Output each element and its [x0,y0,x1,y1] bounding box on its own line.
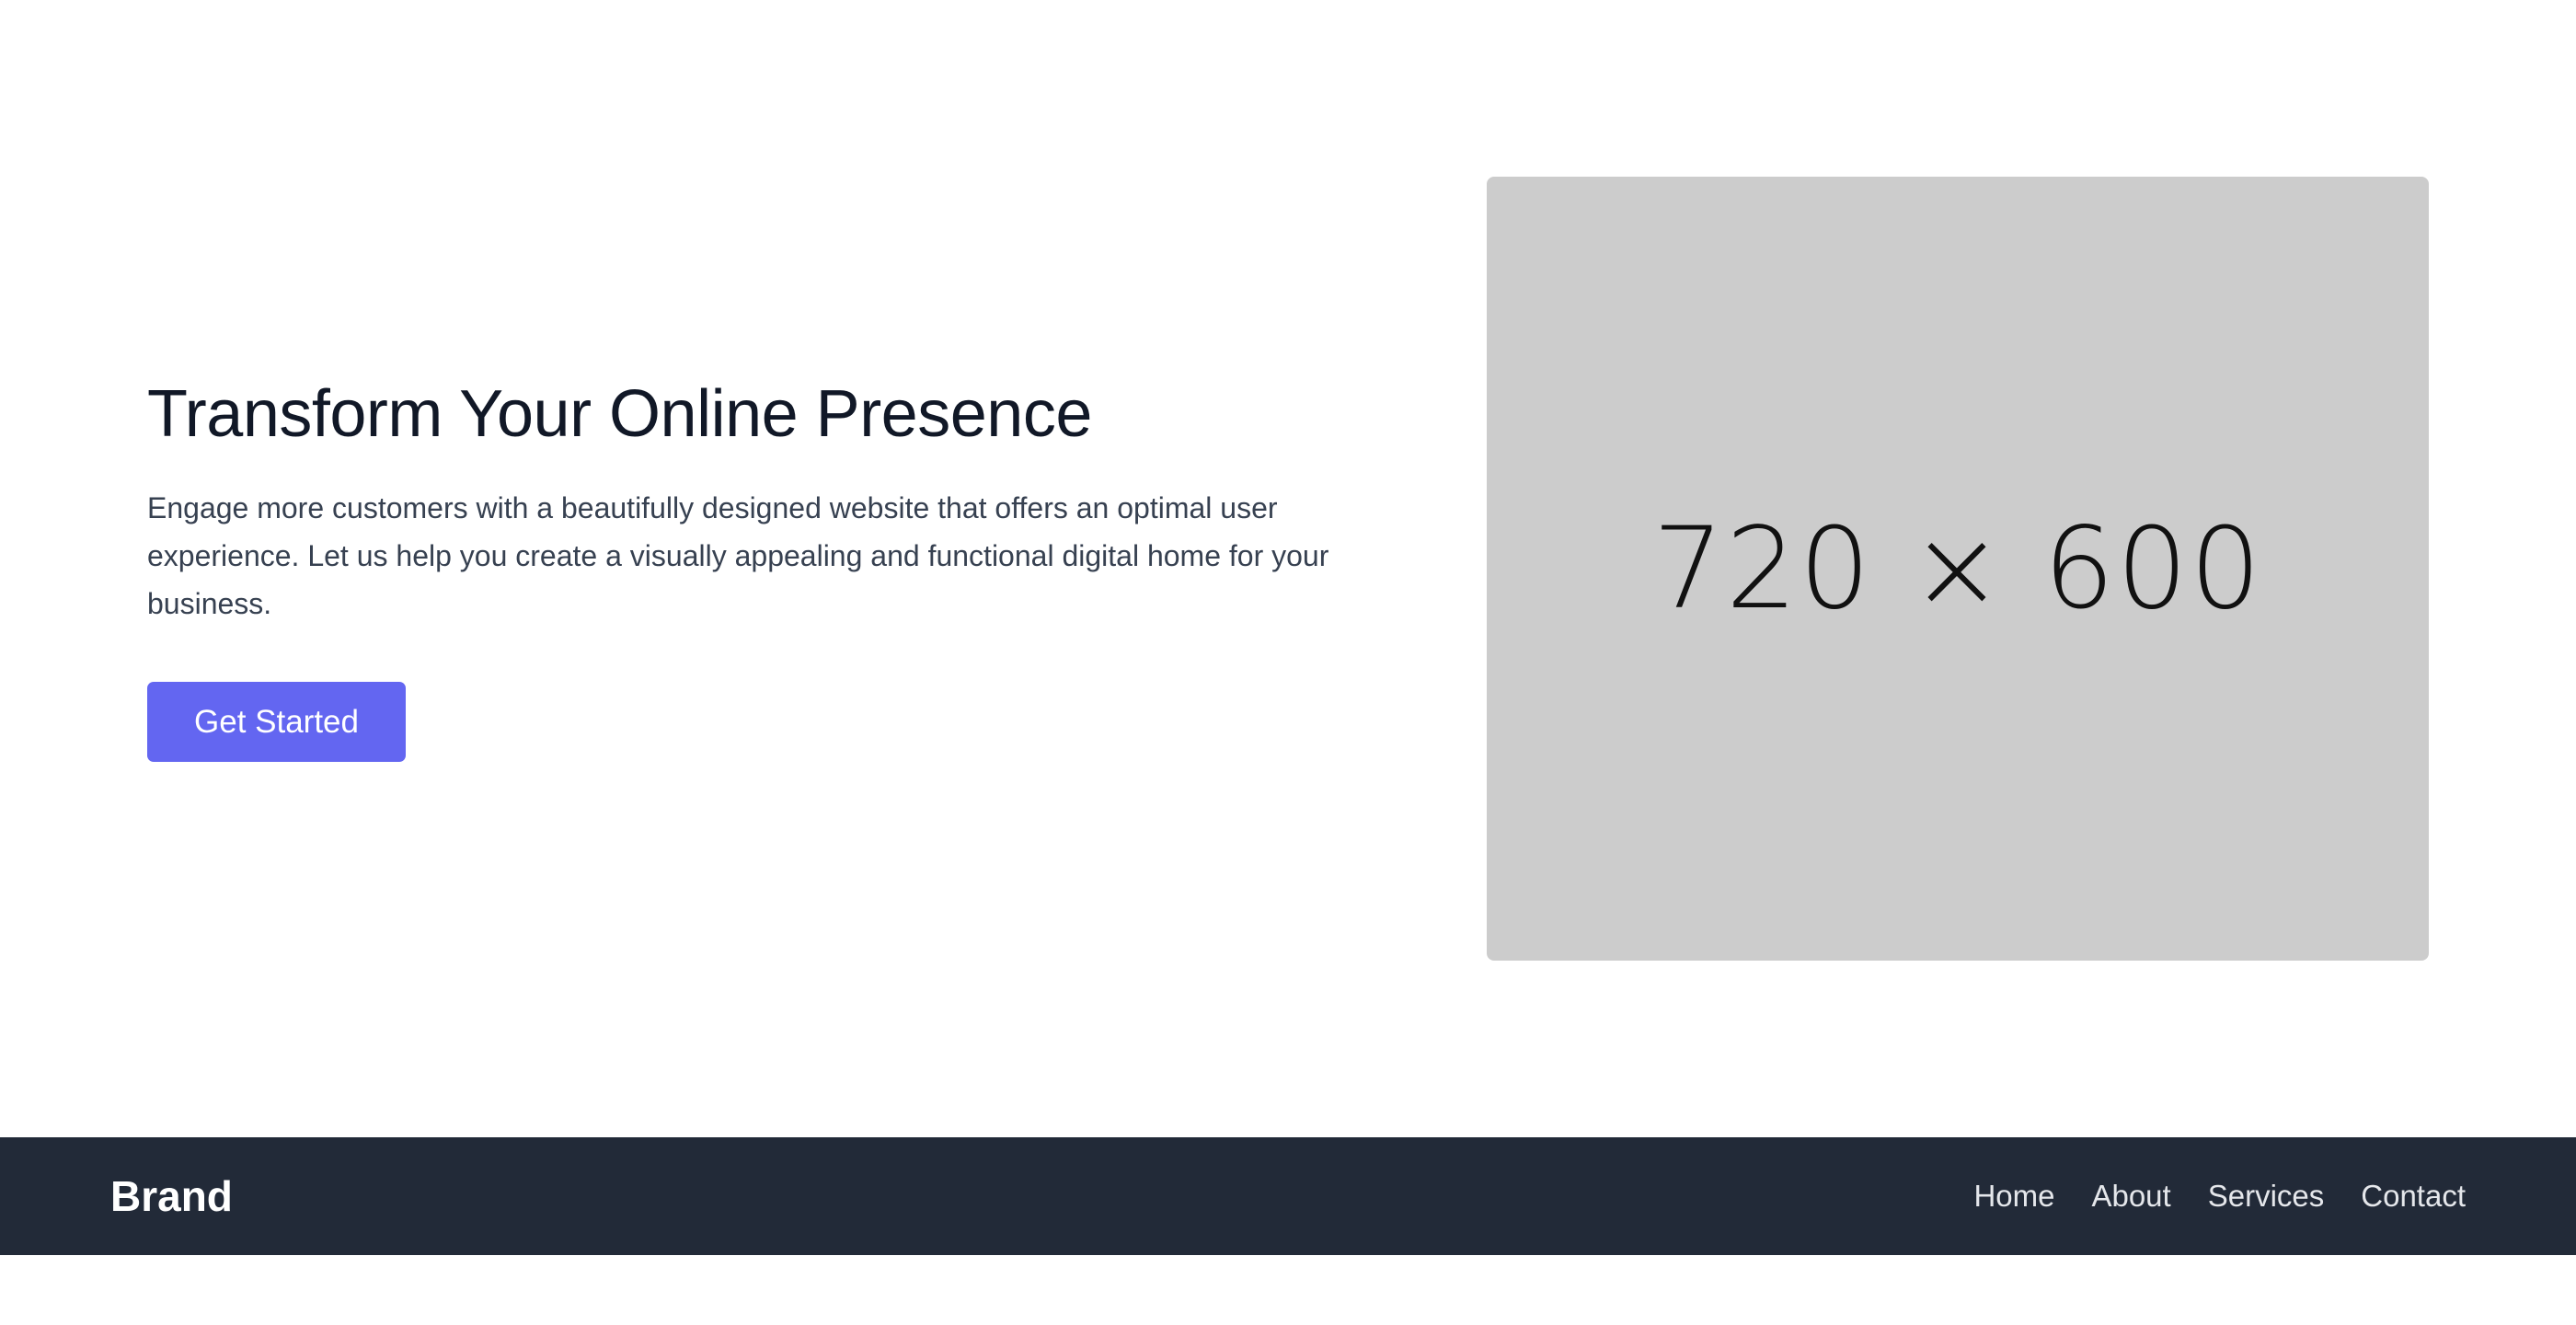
nav-link-home[interactable]: Home [1973,1179,2054,1214]
hero-description: Engage more customers with a beautifully… [147,491,1329,620]
hero-image-placeholder: 720 × 600 [1487,177,2429,961]
footer-navbar: Brand Home About Services Contact [0,1137,2576,1255]
hero-section: Transform Your Online Presence Engage mo… [0,0,2576,1137]
nav-links: Home About Services Contact [1973,1137,2466,1255]
nav-link-contact[interactable]: Contact [2361,1179,2466,1214]
nav-link-about[interactable]: About [2091,1179,2170,1214]
page-bottom-area [0,1255,2576,1325]
image-placeholder-label: 720 × 600 [1652,503,2263,634]
nav-link-services[interactable]: Services [2208,1179,2325,1214]
get-started-button[interactable]: Get Started [147,682,406,762]
brand-logo[interactable]: Brand [110,1137,233,1255]
hero-text-block: Transform Your Online Presence Engage mo… [147,375,1343,628]
hero-title: Transform Your Online Presence [147,377,1092,451]
